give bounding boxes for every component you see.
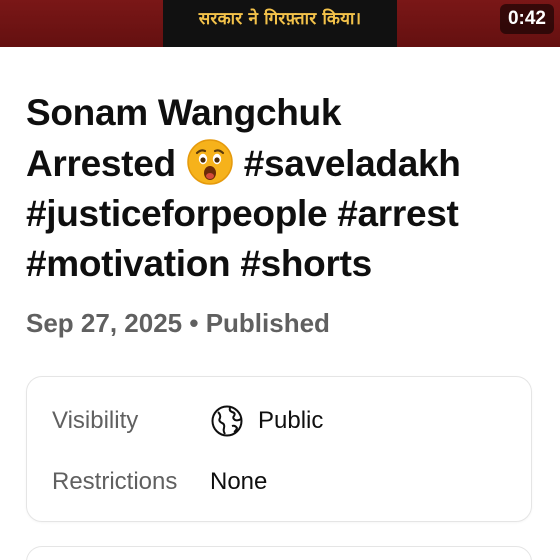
video-details-page: सरकार ने गिरफ़्तार किया। 0:42 Sonam Wang… xyxy=(0,0,560,560)
globe-icon xyxy=(211,405,243,437)
thumbnail-side-left xyxy=(0,0,163,47)
title-line-4: #motivation #shorts xyxy=(26,243,372,284)
restrictions-value: None xyxy=(210,468,268,495)
meta-separator: • xyxy=(189,308,199,338)
visibility-row[interactable]: Visibility Public xyxy=(27,399,531,443)
title-hashtag: #saveladakh xyxy=(243,143,461,184)
publish-date: Sep 27, 2025 xyxy=(26,308,183,338)
visibility-value: Public xyxy=(210,404,323,438)
restrictions-row[interactable]: Restrictions None xyxy=(27,460,531,504)
video-thumbnail[interactable]: सरकार ने गिरफ़्तार किया। 0:42 xyxy=(0,0,560,47)
publish-meta: Sep 27, 2025 • Published xyxy=(26,308,330,339)
thumbnail-caption: सरकार ने गिरफ़्तार किया। xyxy=(198,9,362,29)
title-line-1: Sonam Wangchuk xyxy=(26,92,342,133)
visibility-label: Visibility xyxy=(52,407,139,434)
title-line-3: #justiceforpeople #arrest xyxy=(26,193,459,234)
thumbnail-frame: सरकार ने गिरफ़्तार किया। xyxy=(163,0,397,47)
restrictions-label: Restrictions xyxy=(52,468,178,495)
visibility-text: Public xyxy=(258,407,324,434)
title-line-2: Arrested #saveladakh xyxy=(26,138,536,189)
title-word: Arrested xyxy=(26,143,176,184)
next-card[interactable] xyxy=(26,546,532,560)
duration-badge: 0:42 xyxy=(499,4,554,34)
visibility-card[interactable]: Visibility Public Restrictions None xyxy=(26,376,532,522)
video-title: Sonam Wangchuk Arrested #saveladakh #jus… xyxy=(26,88,536,289)
face-with-open-mouth-icon xyxy=(187,139,233,185)
publish-status: Published xyxy=(205,308,330,338)
